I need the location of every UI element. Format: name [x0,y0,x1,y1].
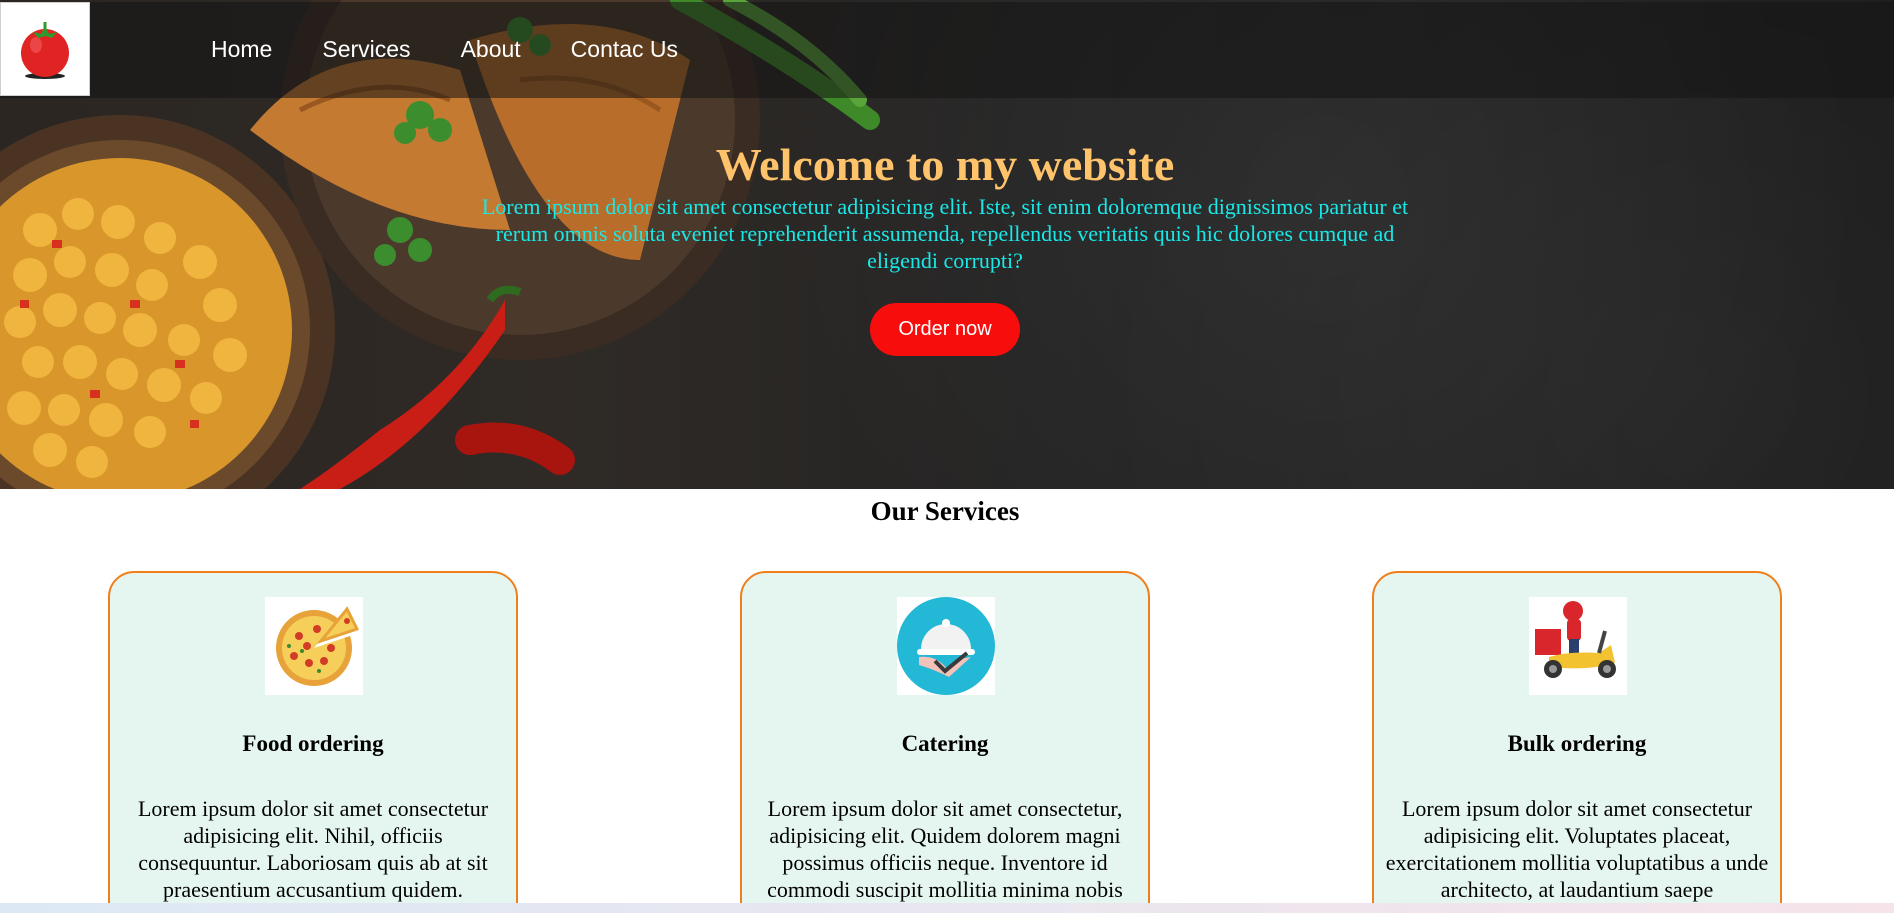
service-card-food-ordering: Food ordering Lorem ipsum dolor sit amet… [108,571,518,913]
nav-link-contact[interactable]: Contac Us [571,36,678,63]
card-title: Food ordering [242,731,384,756]
navbar: Home Services About Contac Us [0,2,1894,98]
service-card-bulk-ordering: Bulk ordering Lorem ipsum dolor sit amet… [1372,571,1782,913]
bottom-bar [0,903,1894,913]
order-now-button[interactable]: Order now [870,303,1020,356]
services-heading: Our Services [870,496,1020,526]
pizza-icon [265,597,363,695]
hero-title: Welcome to my website [715,139,1175,190]
card-description: Lorem ipsum dolor sit amet consectetur a… [1385,796,1769,902]
delivery-scooter-icon [1529,597,1627,695]
nav-links: Home Services About Contac Us [211,36,728,63]
nav-link-about[interactable]: About [461,36,521,63]
card-description: Lorem ipsum dolor sit amet consectetur a… [137,796,489,902]
site-logo[interactable] [0,2,90,96]
nav-link-home[interactable]: Home [211,36,272,63]
catering-cloche-icon [897,597,995,695]
hero-description: Lorem ipsum dolor sit amet consectetur a… [481,194,1409,273]
card-title: Catering [901,731,989,756]
nav-link-services[interactable]: Services [322,36,410,63]
hero-section: Home Services About Contac Us Welcome to… [0,0,1894,489]
card-description: Lorem ipsum dolor sit amet consectetur, … [767,796,1123,902]
service-card-catering: Catering Lorem ipsum dolor sit amet cons… [740,571,1150,913]
card-title: Bulk ordering [1507,731,1647,756]
tomato-icon [21,22,69,79]
